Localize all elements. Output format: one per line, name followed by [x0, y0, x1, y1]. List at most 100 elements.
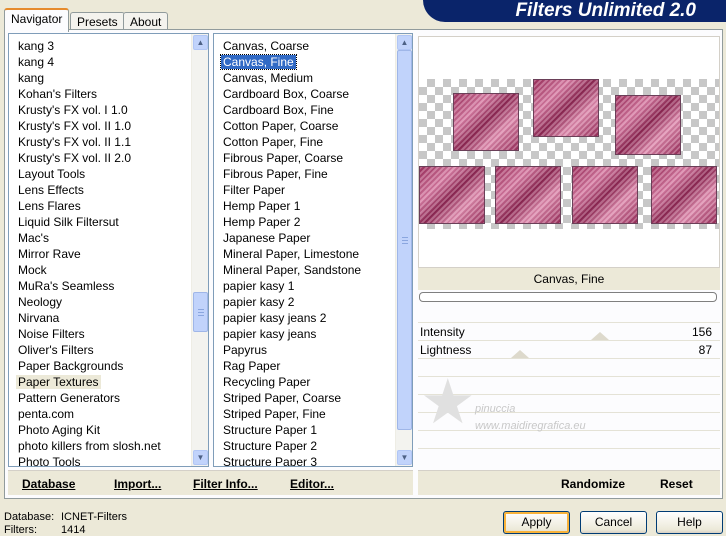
list-item[interactable]: Photo Tools [9, 454, 192, 466]
list-item[interactable]: papier kasy 1 [214, 278, 396, 294]
randomize-button[interactable]: Randomize [561, 477, 625, 491]
list-item[interactable]: Structure Paper 3 [214, 454, 396, 467]
list-item-label: Oliver's Filters [18, 343, 94, 357]
list-item[interactable]: papier kasy 2 [214, 294, 396, 310]
param-label: Lightness [420, 343, 472, 357]
list-item[interactable]: Cardboard Box, Coarse [214, 86, 396, 102]
list-item[interactable]: Paper Textures [9, 374, 192, 390]
list-item[interactable]: Papyrus [214, 342, 396, 358]
list-item[interactable]: Striped Paper, Coarse [214, 390, 396, 406]
list-item[interactable]: Rag Paper [214, 358, 396, 374]
list-item[interactable]: Cotton Paper, Fine [214, 134, 396, 150]
list-item[interactable]: Filter Paper [214, 182, 396, 198]
category-list[interactable]: kang 3 kang 4 kang Kohan's Filters Krusty's … [8, 33, 209, 467]
list-item[interactable]: Photo Aging Kit [9, 422, 192, 438]
list-item[interactable]: Pattern Generators [9, 390, 192, 406]
list-item[interactable]: Canvas, Coarse [214, 38, 396, 54]
list-item[interactable]: Krusty's FX vol. II 1.1 [9, 134, 192, 150]
scroll-up-button[interactable]: ▲ [193, 35, 208, 50]
filter-scrollbar[interactable]: ▲ ▼ [395, 34, 412, 466]
list-item-label: Japanese Paper [223, 231, 311, 245]
filter-info-link[interactable]: Filter Info... [193, 477, 258, 491]
list-item[interactable]: Liquid Silk Filtersut [9, 214, 192, 230]
list-item[interactable]: Japanese Paper [214, 230, 396, 246]
tab-navigator[interactable]: Navigator [4, 8, 70, 32]
list-item[interactable]: Mirror Rave [9, 246, 192, 262]
list-item[interactable]: Paper Backgrounds [9, 358, 192, 374]
list-item[interactable]: Mineral Paper, Sandstone [214, 262, 396, 278]
param-value: 87 [698, 343, 712, 357]
list-item[interactable]: Structure Paper 1 [214, 422, 396, 438]
list-item[interactable]: Lens Effects [9, 182, 192, 198]
list-item-label: Cardboard Box, Coarse [223, 87, 350, 101]
scroll-down-button[interactable]: ▼ [193, 450, 208, 465]
list-item[interactable]: Fibrous Paper, Coarse [214, 150, 396, 166]
list-item[interactable]: Krusty's FX vol. II 1.0 [9, 118, 192, 134]
list-item[interactable]: Structure Paper 2 [214, 438, 396, 454]
list-item[interactable]: kang 4 [9, 54, 192, 70]
scroll-up-button[interactable]: ▲ [397, 35, 412, 50]
list-item[interactable]: Recycling Paper [214, 374, 396, 390]
list-item[interactable]: Lens Flares [9, 198, 192, 214]
list-item[interactable]: Canvas, Medium [214, 70, 396, 86]
list-item[interactable]: papier kasy jeans 2 [214, 310, 396, 326]
list-item[interactable]: MuRa's Seamless [9, 278, 192, 294]
list-item[interactable]: Krusty's FX vol. I 1.0 [9, 102, 192, 118]
list-item[interactable]: Nirvana [9, 310, 192, 326]
list-item-label: Mineral Paper, Sandstone [223, 263, 362, 277]
list-item[interactable]: Kohan's Filters [9, 86, 192, 102]
filter-list[interactable]: Canvas, Coarse Canvas, Fine Canvas, Medium… [213, 33, 413, 467]
list-item-label: Papyrus [223, 343, 268, 357]
list-item[interactable]: Noise Filters [9, 326, 192, 342]
cancel-button[interactable]: Cancel [580, 511, 647, 534]
list-item-label: Lens Flares [18, 199, 81, 213]
list-item[interactable]: kang [9, 70, 192, 86]
category-items: kang 3 kang 4 kang Kohan's Filters Krusty's … [9, 38, 192, 466]
list-item-label: Recycling Paper [223, 375, 311, 389]
list-item[interactable]: penta.com [9, 406, 192, 422]
apply-button[interactable]: Apply [503, 511, 570, 534]
database-link[interactable]: Database [22, 477, 75, 491]
list-item[interactable]: Striped Paper, Fine [214, 406, 396, 422]
scroll-thumb[interactable] [193, 292, 208, 332]
list-item-label: Mineral Paper, Limestone [223, 247, 360, 261]
list-item-label: Structure Paper 3 [223, 455, 318, 467]
category-scrollbar[interactable]: ▲ ▼ [191, 34, 208, 466]
editor-link[interactable]: Editor... [290, 477, 334, 491]
list-item-label: Pattern Generators [18, 391, 121, 405]
list-item[interactable]: Neology [9, 294, 192, 310]
list-item[interactable]: Hemp Paper 1 [214, 198, 396, 214]
reset-button[interactable]: Reset [660, 477, 693, 491]
list-item[interactable]: Mac's [9, 230, 192, 246]
list-item[interactable]: Mineral Paper, Limestone [214, 246, 396, 262]
list-item-label: Cotton Paper, Coarse [223, 119, 339, 133]
import-link[interactable]: Import... [114, 477, 161, 491]
navigator-linkbar: Database Import... Filter Info... Editor… [8, 470, 413, 495]
list-item-label: Krusty's FX vol. II 2.0 [18, 151, 131, 165]
param-lightness[interactable]: Lightness 87 [420, 341, 712, 359]
list-item-label: photo killers from slosh.net [18, 439, 161, 453]
list-item-label: Paper Textures [16, 375, 101, 389]
list-item[interactable]: Cardboard Box, Fine [214, 102, 396, 118]
list-item[interactable]: Oliver's Filters [9, 342, 192, 358]
list-item-label: kang 3 [18, 39, 55, 53]
list-item-label: Mock [18, 263, 47, 277]
list-item[interactable]: Krusty's FX vol. II 2.0 [9, 150, 192, 166]
help-button[interactable]: Help [656, 511, 723, 534]
list-item[interactable]: Layout Tools [9, 166, 192, 182]
scroll-thumb[interactable] [397, 50, 412, 430]
list-item[interactable]: kang 3 [9, 38, 192, 54]
list-item[interactable]: Canvas, Fine [214, 54, 396, 70]
list-item[interactable]: Cotton Paper, Coarse [214, 118, 396, 134]
list-item[interactable]: photo killers from slosh.net [9, 438, 192, 454]
list-item-label: Canvas, Medium [223, 71, 314, 85]
list-item-label: Mac's [18, 231, 49, 245]
list-item-label: Canvas, Fine [220, 54, 297, 70]
list-item[interactable]: Hemp Paper 2 [214, 214, 396, 230]
param-intensity[interactable]: Intensity 156 [420, 323, 712, 341]
list-item[interactable]: Mock [9, 262, 192, 278]
scroll-down-button[interactable]: ▼ [397, 450, 412, 465]
list-item[interactable]: Fibrous Paper, Fine [214, 166, 396, 182]
list-item[interactable]: papier kasy jeans [214, 326, 396, 342]
param-label: Intensity [420, 325, 465, 339]
